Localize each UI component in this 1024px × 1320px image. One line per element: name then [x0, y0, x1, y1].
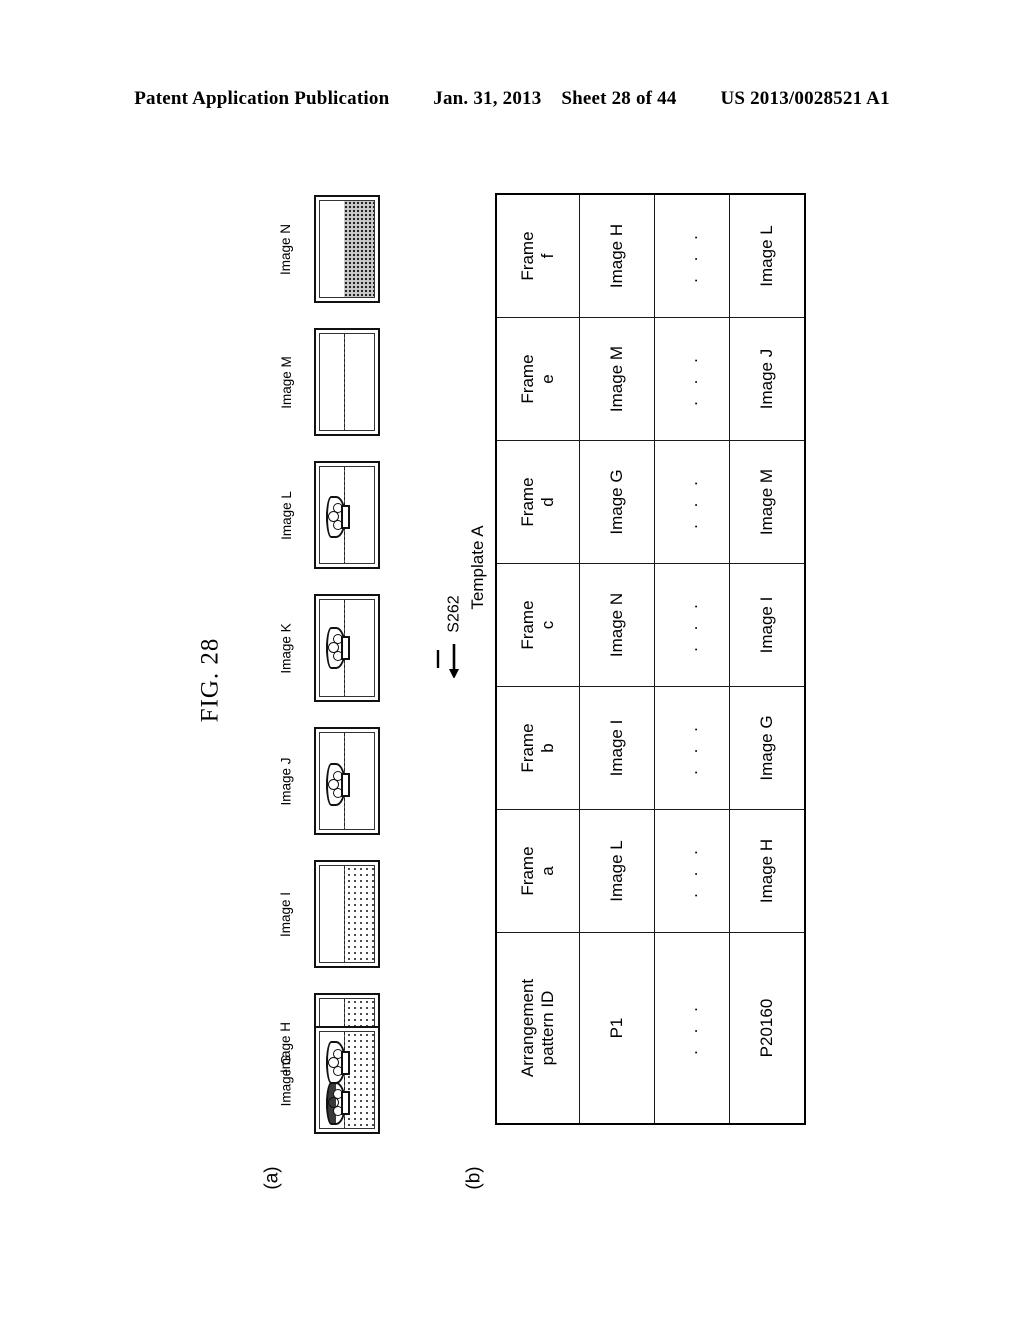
cell-frame-c: . . . [654, 563, 730, 687]
cell-frame-d: Image M [729, 440, 805, 564]
table-row-ellipsis: . . . . . . . . . . . . . . . . . . . . … [654, 194, 730, 1124]
header-arrangement-pattern-id: Arrangement pattern ID [496, 932, 580, 1124]
strip-item-image-n: Image N [278, 190, 398, 308]
header-frame-d: Frame d [496, 440, 580, 564]
cell-frame-b: Image G [729, 686, 805, 810]
publication-title: Patent Application Publication [134, 88, 390, 109]
header-frame-c: Frame c [496, 563, 580, 687]
thumbnail-canvas [319, 466, 375, 564]
cell-frame-f: Image H [579, 194, 655, 318]
person-figure [322, 1080, 351, 1125]
strip-item-image-j: Image J [278, 722, 398, 840]
cell-frame-b: . . . [654, 686, 730, 810]
cell-frame-b: Image I [579, 686, 655, 810]
strip-item-image-k: Image K [278, 589, 398, 707]
person-figure [322, 494, 351, 539]
image-label: Image L [278, 490, 294, 540]
strip-item-image-l: Image L [278, 456, 398, 574]
cell-frame-d: . . . [654, 440, 730, 564]
cell-frame-d: Image G [579, 440, 655, 564]
sheet-number: Sheet 28 of 44 [561, 88, 677, 109]
part-label-b: (b) [463, 1166, 485, 1190]
thumbnail-canvas [319, 732, 375, 830]
figure-label-text: FIG. 28 [195, 637, 223, 723]
image-label: Image J [278, 756, 294, 806]
thumbnail-canvas [319, 200, 375, 298]
thumbnail-image-k [314, 594, 380, 702]
horizon-line [343, 334, 346, 430]
thumbnail-canvas [319, 1031, 375, 1129]
cell-frame-e: . . . [654, 317, 730, 441]
thumbnail-image-i [314, 860, 380, 968]
header-frame-b: Frame b [496, 686, 580, 810]
cell-pattern-id: . . . [654, 932, 730, 1124]
thumbnail-image-n [314, 195, 380, 303]
publication-header: Patent Application Publication Jan. 31, … [0, 88, 1024, 110]
cell-frame-e: Image M [579, 317, 655, 441]
cell-frame-f: Image L [729, 194, 805, 318]
image-label: Image M [278, 355, 294, 409]
thumbnail-canvas [319, 599, 375, 697]
person-figure [322, 762, 351, 807]
image-label: Image G [278, 1054, 294, 1106]
thumbnail-image-m [314, 328, 380, 436]
cell-frame-e: Image J [729, 317, 805, 441]
template-a-header: Template A [468, 525, 487, 610]
publication-date: Jan. 31, 2013 [433, 88, 542, 109]
figure-label: FIG. 28 [150, 620, 270, 740]
thumbnail-image-j [314, 727, 380, 835]
cell-frame-f: . . . [654, 194, 730, 318]
template-a-table-container: Arrangement pattern ID Frame a Frame b F… [468, 193, 806, 1125]
cell-frame-c: Image I [729, 563, 805, 687]
table-row: P20160 Image H Image G Image I Image M I… [729, 194, 805, 1124]
template-a-table: Arrangement pattern ID Frame a Frame b F… [495, 193, 806, 1125]
strip-item-image-i: Image I [278, 855, 398, 973]
cell-frame-c: Image N [579, 563, 655, 687]
horizon-line [343, 866, 346, 962]
table-header-row: Arrangement pattern ID Frame a Frame b F… [496, 194, 580, 1124]
image-label: Image N [278, 223, 294, 275]
thumbnail-image-g [314, 1026, 380, 1134]
cell-frame-a: Image L [579, 809, 655, 933]
part-label-a: (a) [261, 1166, 283, 1190]
cell-frame-a: . . . [654, 809, 730, 933]
strip-item-image-g: Image G [278, 1021, 398, 1139]
image-label: Image K [278, 622, 294, 674]
dense-texture [343, 201, 374, 297]
image-label: Image I [278, 891, 294, 937]
cell-pattern-id: P20160 [729, 932, 805, 1124]
person-figure [322, 1040, 351, 1085]
table-row: P1 Image L Image I Image N Image G Image… [579, 194, 655, 1124]
thumbnail-canvas [319, 333, 375, 431]
header-frame-a: Frame a [496, 809, 580, 933]
image-strip: Image N Image M Image L Image K Image J … [278, 190, 398, 1135]
thumbnail-image-l [314, 461, 380, 569]
strip-item-image-m: Image M [278, 323, 398, 441]
header-frame-f: Frame f [496, 194, 580, 318]
table-rotor: Arrangement pattern ID Frame a Frame b F… [468, 193, 806, 1125]
person-figure [322, 625, 351, 670]
cell-pattern-id: P1 [579, 932, 655, 1124]
header-frame-e: Frame e [496, 317, 580, 441]
thumbnail-canvas [319, 865, 375, 963]
cell-frame-a: Image H [729, 809, 805, 933]
dotted-texture [345, 866, 374, 962]
document-number: US 2013/0028521 A1 [720, 88, 890, 109]
